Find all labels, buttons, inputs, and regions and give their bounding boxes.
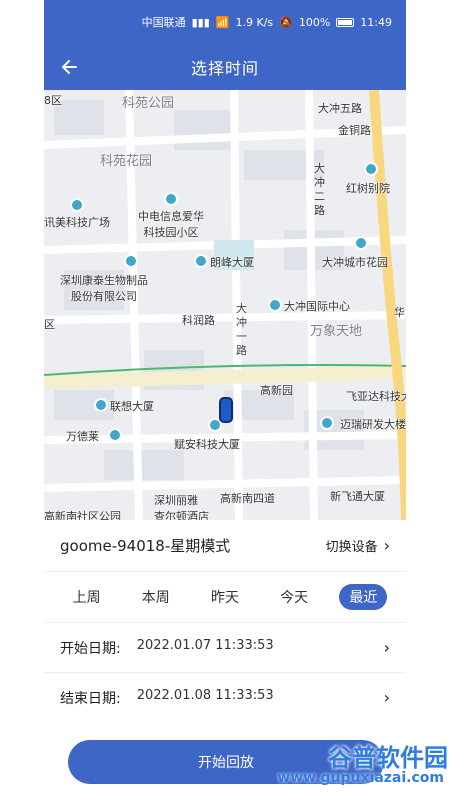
car-location-icon[interactable] xyxy=(219,397,233,423)
map-label-dachong5: 大冲五路 xyxy=(318,102,362,115)
map-roads xyxy=(44,90,406,520)
map-label-honshu: 红树别院 xyxy=(346,182,390,195)
map-label-xunmei: 讯美科技广场 xyxy=(44,216,110,229)
start-date-row[interactable]: 开始日期: 2022.01.07 11:33:53 › xyxy=(44,622,406,672)
poi-marker-icon xyxy=(70,198,84,212)
poi-marker-icon xyxy=(320,416,334,430)
map-label-dachong-city: 大冲城市花园 xyxy=(322,256,388,269)
poi-marker-icon xyxy=(94,398,108,412)
map-label-langfeng: 朗峰大厦 xyxy=(210,256,254,269)
end-date-label: 结束日期: xyxy=(60,690,121,707)
map-label-dachong-intl: 大冲国际中心 xyxy=(284,300,350,313)
wifi-icon: 📶 xyxy=(215,15,230,29)
poi-marker-icon xyxy=(354,236,368,250)
tab-last-week[interactable]: 上周 xyxy=(63,584,111,610)
map-label-lenovo: 联想大厦 xyxy=(110,400,154,413)
tab-this-week[interactable]: 本周 xyxy=(132,584,180,610)
poi-marker-icon xyxy=(268,298,282,312)
app-bar: 选择时间 xyxy=(44,44,406,90)
map-label-gaoxin-south: 高新南社区公园 xyxy=(44,510,121,520)
phone-screen: 中国联通 ▮▮▮ 📶 1.9 K/s 🔕 100% 11:49 选择时间 科苑公… xyxy=(44,0,406,800)
mute-icon: 🔕 xyxy=(279,15,293,29)
watermark-logo: 谷普软件园 xyxy=(328,744,448,772)
poi-marker-icon xyxy=(124,254,138,268)
net-speed: 1.9 K/s xyxy=(235,15,274,29)
map-label-feiyada: 飞亚达科技大 xyxy=(346,390,406,403)
map-label-maixun: 迈瑞研发大楼 xyxy=(340,418,406,431)
map-label-xinfeitong: 新飞通大厦 xyxy=(330,490,385,503)
map-label-gaoxinyuan: 高新园 xyxy=(260,384,293,397)
chevron-right-icon: › xyxy=(383,535,390,555)
signal-icon: ▮▮▮ xyxy=(191,15,210,29)
chevron-right-icon: › xyxy=(383,687,390,707)
poi-marker-icon xyxy=(364,162,378,176)
map-label-fuan: 赋安科技大厦 xyxy=(174,438,240,451)
map-label-dachong1: 大冲一路 xyxy=(236,302,247,357)
device-row: goome-94018-星期模式 切换设备 › xyxy=(44,520,406,572)
map-label-wandelai: 万德莱 xyxy=(66,430,99,443)
tab-today[interactable]: 今天 xyxy=(270,584,318,610)
switch-device-label: 切换设备 xyxy=(325,540,378,555)
tab-yesterday[interactable]: 昨天 xyxy=(201,584,249,610)
map-label-edge-mid: 区 xyxy=(44,318,55,331)
arrow-left-icon xyxy=(62,60,77,74)
map-label-kangtai: 深圳康泰生物制品 股份有限公司 xyxy=(60,274,148,303)
map-label-jintong: 金铜路 xyxy=(338,124,371,137)
map-label-kerun: 科润路 xyxy=(182,314,215,327)
battery-icon xyxy=(336,17,355,27)
left-frame xyxy=(0,0,44,800)
map-label-liya: 深圳丽雅 查尔顿酒店 xyxy=(154,494,209,520)
right-frame xyxy=(406,0,450,800)
chevron-right-icon: › xyxy=(383,637,390,657)
map-label-wanxiang: 万象天地 xyxy=(310,324,363,339)
back-button[interactable] xyxy=(54,52,84,82)
map-label-gaoxin4: 高新南四道 xyxy=(220,492,275,505)
map-label-edge-hua: 华 xyxy=(394,306,405,319)
watermark-url: www.gupuxiazai.com xyxy=(277,770,444,786)
poi-marker-icon xyxy=(108,428,122,442)
battery-text: 100% xyxy=(298,15,331,29)
start-date-value: 2022.01.07 11:33:53 xyxy=(136,637,274,653)
start-date-label: 开始日期: xyxy=(60,640,121,657)
device-name: goome-94018-星期模式 xyxy=(60,537,231,555)
map-label-edge-top: 8区 xyxy=(44,94,62,107)
poi-marker-icon xyxy=(194,254,208,268)
map-label-keyuan-garden: 科苑花园 xyxy=(100,154,153,169)
carrier-text: 中国联通 xyxy=(141,16,186,29)
tab-recent[interactable]: 最近 xyxy=(339,584,388,610)
map-label-zhongdian: 中电信息爱华 科技园小区 xyxy=(138,210,204,239)
page-title: 选择时间 xyxy=(190,59,259,78)
period-tabs: 上周 本周 昨天 今天 最近 xyxy=(44,572,406,622)
switch-device-button[interactable]: 切换设备 › xyxy=(326,536,390,555)
map-label-keyuan-park: 科苑公园 xyxy=(122,96,175,111)
end-date-row[interactable]: 结束日期: 2022.01.08 11:33:53 › xyxy=(44,672,406,722)
end-date-value: 2022.01.08 11:33:53 xyxy=(136,687,274,703)
status-bar: 中国联通 ▮▮▮ 📶 1.9 K/s 🔕 100% 11:49 xyxy=(44,0,406,44)
poi-marker-icon xyxy=(164,192,178,206)
map-view[interactable]: 科苑公园 大冲五路 金铜路 科苑花园 大冲二路 红树别院 讯美科技广场 中电信息… xyxy=(44,90,406,520)
start-playback-label: 开始回放 xyxy=(198,755,254,771)
map-label-dachong2: 大冲二路 xyxy=(314,162,325,217)
clock: 11:49 xyxy=(360,15,392,29)
